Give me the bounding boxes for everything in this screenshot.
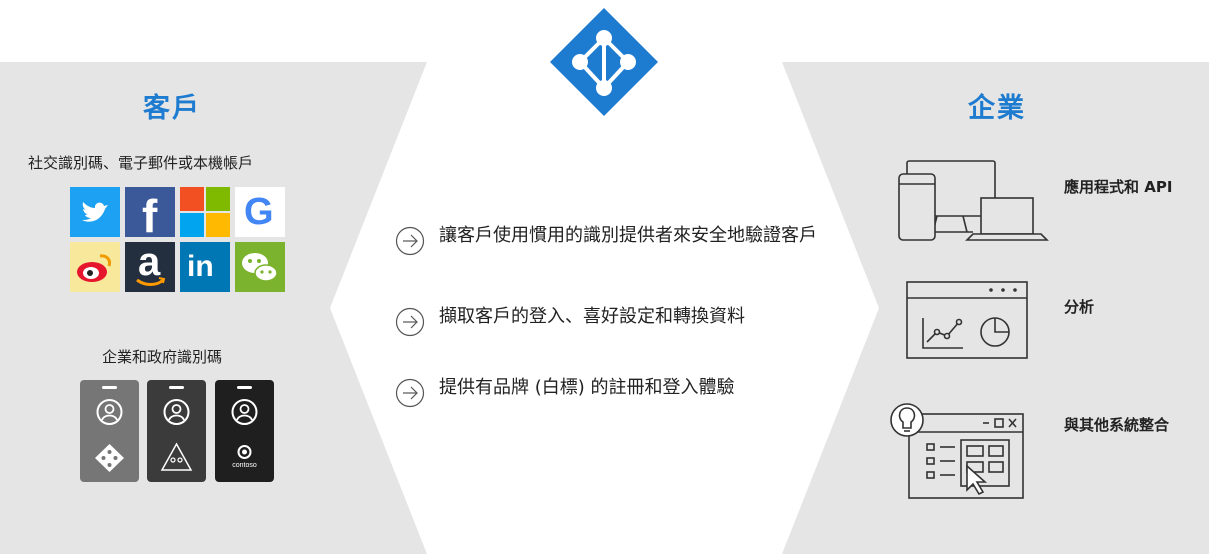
feature-item: 讓客戶使用慣用的識別提供者來安全地驗證客戶: [395, 225, 819, 256]
contoso-label: contoso: [232, 462, 257, 469]
feature-item: 提供有品牌 (白標) 的註冊和登入體驗: [395, 377, 819, 408]
arrow-circle-icon: [395, 226, 425, 256]
feature-text: 提供有品牌 (白標) 的註冊和登入體驗: [439, 377, 735, 398]
amazon-icon: a: [125, 242, 175, 292]
enterprise-title: 企業: [968, 93, 1026, 124]
linkedin-icon: in: [180, 242, 230, 292]
enterprise-item-label: 分析: [1064, 298, 1095, 316]
azure-ad-b2c-icon: [550, 8, 658, 116]
customer-title: 客戶: [143, 93, 201, 124]
enterprise-item-label: 應用程式和 API: [1064, 178, 1173, 196]
weibo-icon: [70, 242, 120, 292]
feature-text: 擷取客戶的登入、喜好設定和轉換資料: [439, 306, 745, 327]
customer-panel: [0, 62, 427, 554]
government-badge: [147, 380, 206, 482]
contoso-badge: contoso: [215, 380, 274, 482]
enterprise-item-label: 與其他系統整合: [1064, 416, 1170, 434]
feature-text: 讓客戶使用慣用的識別提供者來安全地驗證客戶: [439, 225, 817, 246]
facebook-icon: f: [125, 187, 175, 237]
social-caption: 社交識別碼、電子郵件或本機帳戶: [28, 154, 254, 172]
twitter-icon: [70, 187, 120, 237]
integration-icon: [890, 403, 1024, 499]
feature-item: 擷取客戶的登入、喜好設定和轉換資料: [395, 306, 819, 337]
google-icon: G: [235, 187, 285, 237]
devices-icon: [898, 160, 1049, 241]
azure-ad-badge: [80, 380, 139, 482]
gov-caption: 企業和政府識別碼: [102, 348, 223, 366]
analytics-icon: [906, 281, 1028, 359]
microsoft-icon: [180, 187, 230, 237]
arrow-circle-icon: [395, 378, 425, 408]
arrow-circle-icon: [395, 307, 425, 337]
wechat-icon: [235, 242, 285, 292]
